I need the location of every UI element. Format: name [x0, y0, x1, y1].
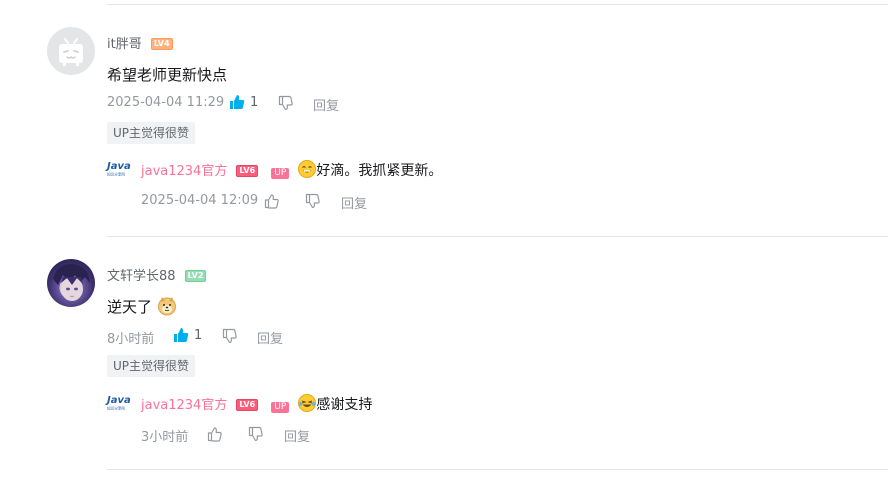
comment-username[interactable]: 文轩学长88 [107, 269, 176, 284]
anime-avatar-icon [53, 263, 90, 301]
reply-button[interactable]: 回复 [284, 426, 310, 445]
divider-bottom [107, 469, 888, 470]
reply-time: 2025-04-04 12:09 [141, 193, 259, 208]
reply-username[interactable]: java1234官方 [141, 398, 227, 413]
reply-time: 3小时前 [141, 430, 189, 445]
thumbs-up-icon[interactable] [229, 94, 245, 110]
java1234-logo-avatar[interactable]: Java 知识分享网 [107, 161, 131, 179]
java-logo-title: Java [107, 395, 131, 406]
thumbs-down-icon[interactable] [248, 426, 264, 442]
like-count: 1 [194, 328, 203, 343]
java-logo-subtitle: 知识分享网 [107, 406, 125, 411]
comment-content: 逆天了 [107, 298, 153, 316]
level-badge: LV2 [184, 269, 207, 282]
up-liked-tag: UP主觉得很赞 [107, 355, 196, 377]
up-badge: UP [271, 402, 290, 413]
reply-button[interactable]: 回复 [313, 95, 339, 114]
reply-username[interactable]: java1234官方 [141, 164, 227, 179]
thumbs-down-icon[interactable] [222, 328, 238, 344]
reply-content: 好滴。我抓紧更新。 [316, 163, 443, 179]
smiling-face-emoji [298, 160, 317, 178]
up-liked-tag: UP主觉得很赞 [107, 122, 196, 144]
reply-content: 感谢支持 [316, 397, 373, 413]
tv-avatar-icon [59, 38, 83, 66]
comment-content: 希望老师更新快点 [107, 66, 228, 84]
thumbs-up-icon[interactable] [173, 327, 189, 343]
java1234-logo-avatar[interactable]: Java 知识分享网 [107, 395, 131, 413]
thumbs-up-icon[interactable] [264, 193, 280, 209]
java-logo-subtitle: 知识分享网 [107, 172, 125, 177]
up-badge: UP [271, 168, 290, 179]
level-badge: LV4 [150, 37, 173, 50]
thumbs-down-icon[interactable] [278, 95, 294, 111]
level-badge: LV6 [236, 398, 259, 411]
comment-time: 2025-04-04 11:29 [107, 95, 225, 110]
java-logo-title: Java [107, 161, 131, 172]
divider-top [107, 4, 888, 5]
comment-time: 8小时前 [107, 332, 155, 347]
user-avatar[interactable] [47, 259, 95, 307]
reply-button[interactable]: 回复 [257, 328, 283, 347]
laughing-tears-emoji [298, 394, 317, 412]
level-badge: LV6 [236, 164, 259, 177]
user-avatar[interactable] [47, 27, 95, 75]
doge-emoji [157, 296, 177, 316]
comment-username[interactable]: it胖哥 [107, 37, 142, 52]
reply-button[interactable]: 回复 [341, 193, 367, 212]
like-count: 1 [250, 95, 259, 110]
thumbs-up-icon[interactable] [207, 426, 223, 442]
divider [107, 236, 888, 237]
thumbs-down-icon[interactable] [305, 193, 321, 209]
